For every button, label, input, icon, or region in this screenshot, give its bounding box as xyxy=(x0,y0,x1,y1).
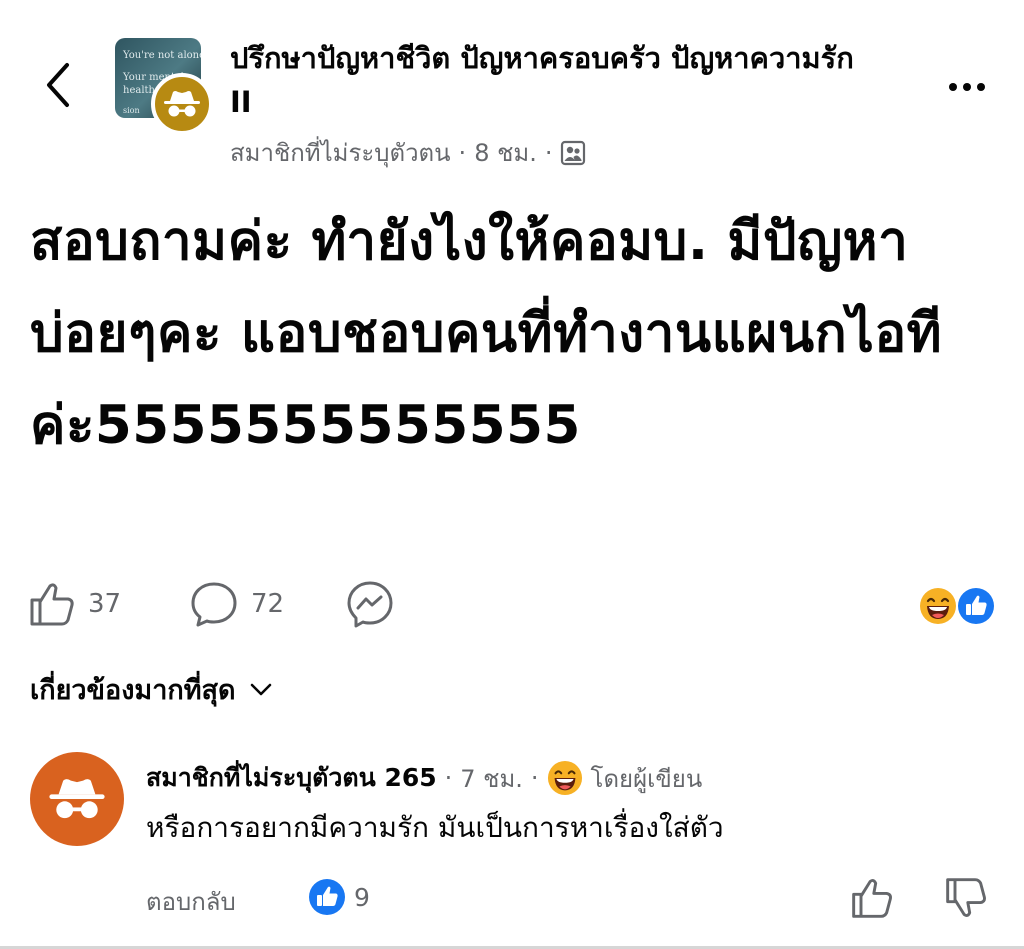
meta-separator: · xyxy=(458,138,467,167)
post-author[interactable]: สมาชิกที่ไม่ระบุตัวตน xyxy=(230,133,451,172)
thumbnail-caption: You're not alone. xyxy=(123,50,201,61)
anonymous-avatar[interactable] xyxy=(151,73,213,135)
thumbs-up-outline-icon xyxy=(852,879,892,918)
meta-separator: · xyxy=(444,764,453,792)
comment-sort-dropdown[interactable]: เกี่ยวข้องมากที่สุด xyxy=(30,668,272,711)
comment-reaction-count: 9 xyxy=(354,882,370,912)
reaction-summary[interactable] xyxy=(918,584,998,628)
thumbs-up-icon xyxy=(30,583,74,626)
like-badge-icon xyxy=(958,588,994,624)
comment-bubble-icon xyxy=(191,582,237,627)
incognito-icon xyxy=(49,779,105,819)
comment-header: สมาชิกที่ไม่ระบุตัวตน 265 · 7 ชม. · โดยผ… xyxy=(146,758,702,798)
meta-separator: · xyxy=(530,764,539,792)
like-badge xyxy=(956,586,996,626)
haha-emoji-icon xyxy=(547,760,582,796)
thumbnail-caption: sion xyxy=(123,106,140,115)
send-messenger-button[interactable] xyxy=(346,580,394,628)
comment-text: หรือการอยากมีความรัก มันเป็นการหาเรื่องใ… xyxy=(146,811,724,844)
group-audience-icon xyxy=(561,140,586,165)
comment-time[interactable]: 7 ชม. xyxy=(460,759,523,798)
commenter-avatar[interactable] xyxy=(30,752,124,846)
sort-label: เกี่ยวข้องมากที่สุด xyxy=(30,675,236,706)
post-text: สอบถามค่ะ ทำยังไงให้คอมบ. มีปัญหาบ่อยๆคะ… xyxy=(30,211,943,456)
chevron-left-icon xyxy=(47,63,69,107)
haha-emoji xyxy=(918,586,958,626)
like-badge-icon xyxy=(309,879,345,915)
meta-separator: · xyxy=(544,138,553,167)
chevron-down-icon xyxy=(250,683,271,695)
reply-button[interactable]: ตอบกลับ xyxy=(146,882,236,921)
comment-count: 72 xyxy=(251,589,285,619)
like-button[interactable]: 37 xyxy=(28,580,121,628)
incognito-icon xyxy=(164,91,200,117)
comment-upvote-button[interactable] xyxy=(850,876,894,920)
comment-author[interactable]: สมาชิกที่ไม่ระบุตัวตน 265 xyxy=(146,758,437,798)
thumbs-down-outline-icon xyxy=(946,878,986,917)
group-name[interactable]: ปรึกษาปัญหาชีวิต ปัญหาครอบครัว ปัญหาความ… xyxy=(230,36,870,124)
comment-reactions[interactable]: 9 xyxy=(308,878,370,916)
more-horizontal-icon xyxy=(949,83,957,91)
comment-downvote-button[interactable] xyxy=(944,876,988,920)
post-time[interactable]: 8 ชม. xyxy=(474,133,537,172)
post-meta: สมาชิกที่ไม่ระบุตัวตน · 8 ชม. · xyxy=(230,133,586,172)
comment-button[interactable]: 72 xyxy=(189,580,284,628)
messenger-icon xyxy=(347,581,393,628)
back-button[interactable] xyxy=(28,55,88,115)
more-options-button[interactable] xyxy=(940,70,994,104)
author-reaction-label: โดยผู้เขียน xyxy=(590,764,703,793)
haha-emoji-icon xyxy=(920,588,956,624)
like-count: 37 xyxy=(88,589,122,619)
